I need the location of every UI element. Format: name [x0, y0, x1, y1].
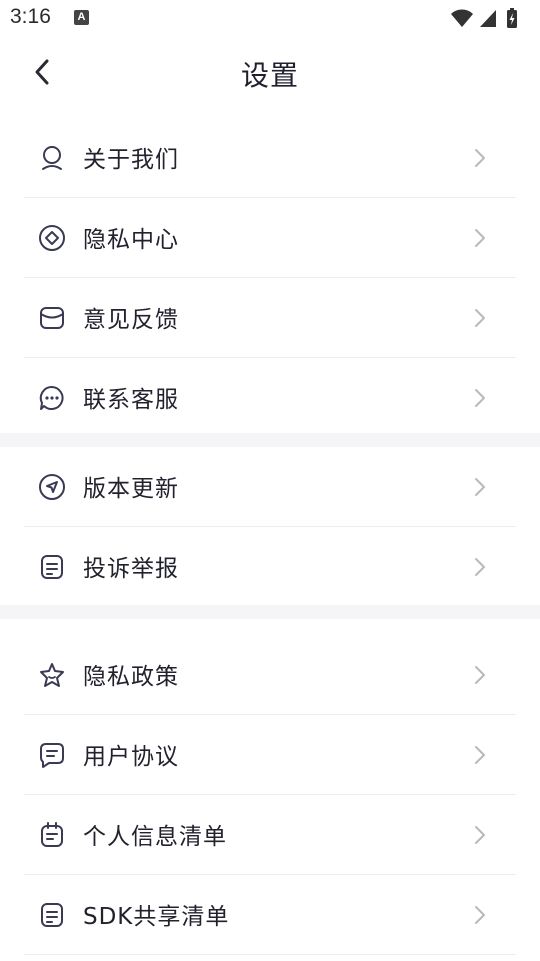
star-icon — [40, 663, 64, 687]
chevron-right-icon — [475, 389, 485, 407]
settings-group-2: 版本更新 投诉举报 — [0, 447, 540, 606]
settings-item-label: 意见反馈 — [83, 307, 179, 333]
chat-dots-icon — [39, 385, 64, 410]
message-icon — [40, 743, 64, 768]
settings-item-privacy-center[interactable]: 隐私中心 — [24, 198, 516, 278]
status-indicators — [450, 7, 530, 29]
settings-group-1: 关于我们 隐私中心 意见反馈 联系客服 — [0, 118, 540, 437]
document-icon — [41, 555, 63, 579]
status-time: 3:16 — [10, 5, 51, 28]
settings-group-3: 隐私政策 用户协议 个人信息清单 SDK共享清单 — [0, 635, 540, 955]
section-divider — [0, 605, 540, 619]
chevron-right-icon — [475, 558, 485, 576]
settings-item-customer-service[interactable]: 联系客服 — [24, 358, 516, 437]
chevron-right-icon — [475, 149, 485, 167]
chevron-right-icon — [475, 309, 485, 327]
settings-item-label: 用户协议 — [83, 744, 179, 770]
app-bar: 设置 — [0, 36, 540, 112]
battery-icon — [507, 8, 517, 28]
settings-item-sdk-sharing-list[interactable]: SDK共享清单 — [24, 875, 516, 955]
chevron-right-icon — [475, 666, 485, 684]
mail-icon — [40, 307, 64, 329]
document-icon — [41, 903, 63, 927]
settings-item-label: 联系客服 — [83, 387, 179, 413]
settings-item-label: SDK共享清单 — [83, 904, 230, 930]
settings-item-version-update[interactable]: 版本更新 — [24, 447, 516, 527]
navigation-icon — [39, 474, 65, 500]
diamond-icon — [39, 225, 65, 251]
chevron-right-icon — [475, 229, 485, 247]
chevron-right-icon — [475, 826, 485, 844]
settings-item-about-us[interactable]: 关于我们 — [24, 118, 516, 198]
settings-item-label: 版本更新 — [83, 476, 179, 502]
settings-item-feedback[interactable]: 意见反馈 — [24, 278, 516, 358]
settings-item-personal-info-list[interactable]: 个人信息清单 — [24, 795, 516, 875]
chevron-right-icon — [475, 746, 485, 764]
settings-item-privacy-policy[interactable]: 隐私政策 — [24, 635, 516, 715]
settings-item-label: 个人信息清单 — [83, 824, 227, 850]
user-icon — [42, 146, 62, 170]
chevron-right-icon — [475, 906, 485, 924]
settings-item-complaint-report[interactable]: 投诉举报 — [24, 527, 516, 606]
section-divider — [0, 433, 540, 447]
status-bar: 3:16 A — [0, 0, 540, 36]
settings-item-label: 隐私中心 — [83, 227, 179, 253]
settings-item-label: 投诉举报 — [83, 556, 179, 582]
notification-icon: A — [74, 10, 89, 25]
settings-item-label: 隐私政策 — [83, 664, 179, 690]
page-title: 设置 — [240, 59, 299, 92]
cellular-signal-icon — [480, 10, 496, 27]
settings-item-label: 关于我们 — [83, 147, 179, 173]
calendar-list-icon — [41, 822, 63, 847]
chevron-right-icon — [475, 478, 485, 496]
settings-item-user-agreement[interactable]: 用户协议 — [24, 715, 516, 795]
wifi-icon — [451, 9, 473, 27]
